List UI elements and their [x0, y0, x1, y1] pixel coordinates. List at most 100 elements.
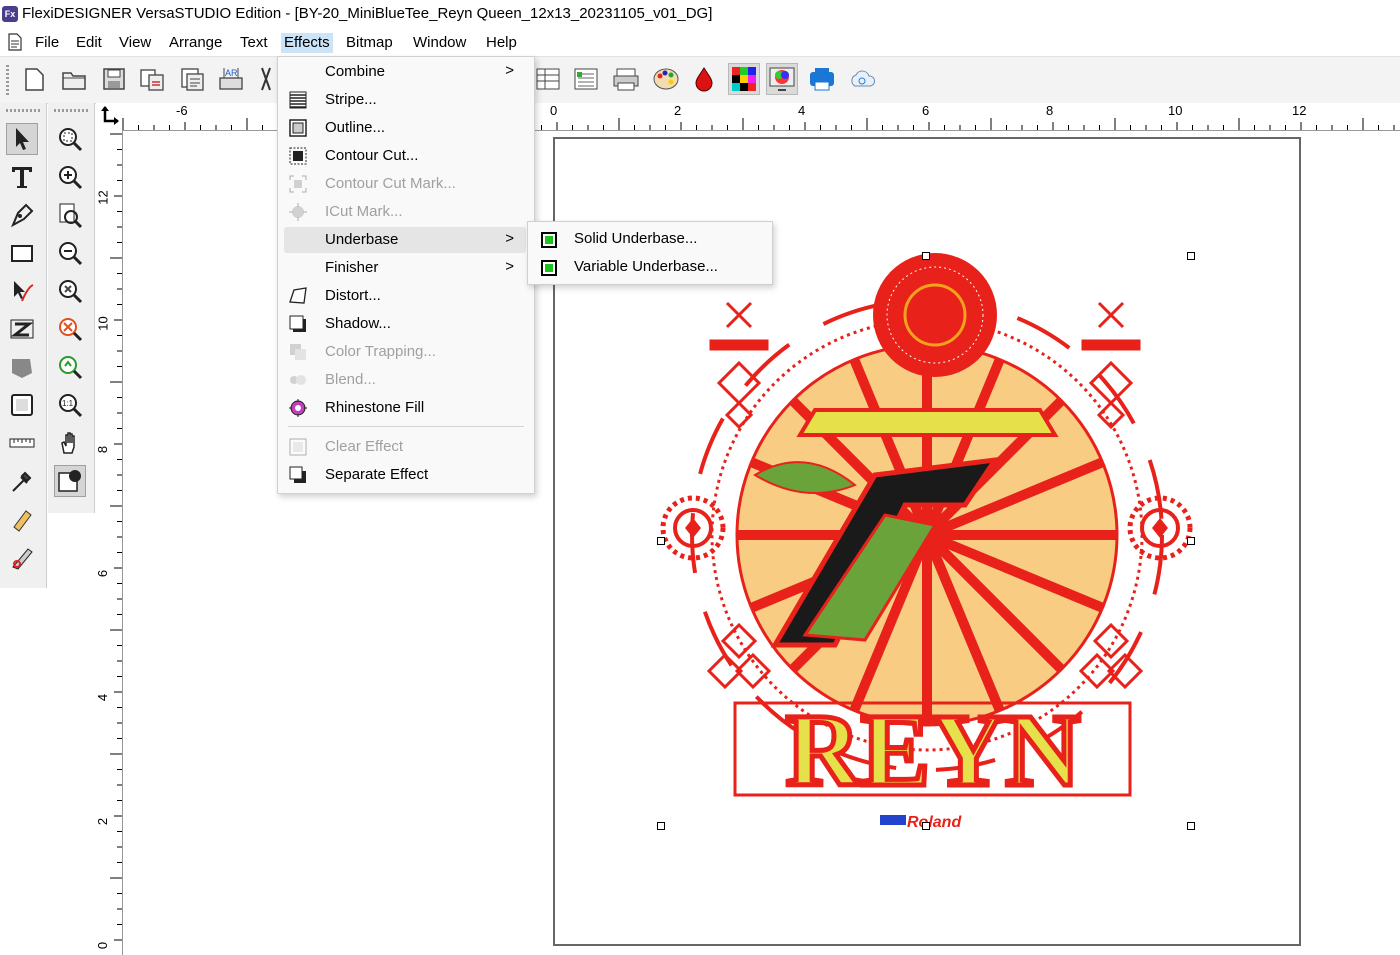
hruler-label: 6	[922, 103, 930, 118]
fill-swatch-icon	[58, 470, 81, 492]
zoom-all-tool[interactable]	[54, 313, 86, 345]
save-button[interactable]	[98, 63, 130, 95]
document-icon[interactable]	[8, 33, 22, 51]
selection-handle-top[interactable]	[922, 252, 930, 260]
print-preview-button[interactable]	[610, 63, 642, 95]
title-bar: Fx FlexiDESIGNER VersaSTUDIO Edition - […	[0, 0, 1400, 30]
zoom-out-tool[interactable]	[54, 237, 86, 269]
menu-bitmap[interactable]: Bitmap	[343, 33, 396, 53]
print-button[interactable]	[806, 63, 838, 95]
hruler-label: -6	[176, 103, 188, 118]
menu-arrange[interactable]: Arrange	[166, 33, 225, 53]
save-icon	[103, 68, 125, 90]
menu-edit[interactable]: Edit	[73, 33, 105, 53]
menu-item-contour-cut[interactable]: Contour Cut...	[284, 143, 526, 169]
menu-item-rhinestone-fill[interactable]: Rhinestone Fill	[284, 395, 526, 421]
menu-item-distort[interactable]: Distort...	[284, 283, 526, 309]
icut-mark-icon	[289, 203, 307, 221]
knife-tool[interactable]	[6, 541, 38, 573]
menu-item-blend[interactable]: Blend...	[284, 367, 526, 393]
new-file-icon	[25, 68, 44, 91]
eyedropper-tool[interactable]	[6, 465, 38, 497]
color-display-button[interactable]	[766, 63, 798, 95]
selection-handle-bottom-left[interactable]	[657, 822, 665, 830]
menu-item-label: Solid Underbase...	[574, 230, 698, 247]
menu-item-combine[interactable]: Combine >	[284, 59, 526, 85]
shape-fill-tool[interactable]	[6, 351, 38, 383]
menu-item-underbase[interactable]: Underbase >	[284, 227, 526, 253]
menu-item-separate-effect[interactable]: Separate Effect	[284, 462, 526, 488]
vruler-label: 4	[95, 693, 111, 702]
vertical-ruler[interactable]: 12 10 8 6 4 2 0	[95, 130, 123, 955]
menu-view[interactable]: View	[116, 33, 154, 53]
node-edit-tool[interactable]	[6, 275, 38, 307]
new-file-button[interactable]	[18, 63, 50, 95]
menu-item-stripe[interactable]: Stripe...	[284, 87, 526, 113]
text-t-icon	[12, 167, 32, 188]
menu-item-label: Shadow...	[325, 315, 391, 332]
swatch-grid-button[interactable]	[728, 63, 760, 95]
zoom-one-to-one-icon: 1:1	[59, 394, 83, 418]
menu-item-clear-effect[interactable]: Clear Effect	[284, 434, 526, 460]
toolbar-grip[interactable]	[6, 65, 9, 95]
zoom-area-tool[interactable]	[54, 123, 86, 155]
scan-icon: AR	[219, 68, 243, 90]
menu-item-finisher[interactable]: Finisher >	[284, 255, 526, 281]
artwork-design[interactable]: REYN Roland	[655, 245, 1200, 835]
selection-handle-top-right[interactable]	[1187, 252, 1195, 260]
zoom-page-icon	[59, 203, 83, 229]
menu-file[interactable]: File	[32, 33, 62, 53]
menu-item-contour-cut-mark[interactable]: Contour Cut Mark...	[284, 171, 526, 197]
pan-tool[interactable]	[54, 427, 86, 459]
frame-tool[interactable]	[6, 389, 38, 421]
menu-item-shadow[interactable]: Shadow...	[284, 311, 526, 337]
zoom-page-tool[interactable]	[54, 199, 86, 231]
cut-button[interactable]	[256, 63, 276, 95]
menu-help[interactable]: Help	[483, 33, 520, 53]
hruler-label: 4	[798, 103, 806, 118]
vruler-label: 0	[95, 941, 111, 950]
cloud-button[interactable]	[846, 63, 878, 95]
menu-text[interactable]: Text	[237, 33, 271, 53]
menu-item-variable-underbase[interactable]: Variable Underbase...	[532, 254, 766, 280]
shape-tool[interactable]	[6, 237, 38, 269]
panel-grip-zoom[interactable]	[54, 109, 88, 112]
menu-item-solid-underbase[interactable]: Solid Underbase...	[532, 226, 766, 252]
zoom-selection-tool[interactable]	[54, 275, 86, 307]
panel-grip[interactable]	[6, 109, 40, 112]
ruler-origin-icon	[101, 106, 119, 125]
distort-icon	[289, 287, 307, 304]
menu-item-outline[interactable]: Outline...	[284, 115, 526, 141]
import-button[interactable]	[136, 63, 168, 95]
export-button[interactable]	[176, 63, 208, 95]
layout-button[interactable]	[532, 63, 564, 95]
selection-handle-bottom[interactable]	[922, 822, 930, 830]
selection-handle-left[interactable]	[657, 537, 665, 545]
color-picker-button[interactable]	[688, 63, 720, 95]
eraser-tool[interactable]	[6, 503, 38, 535]
menu-window[interactable]: Window	[410, 33, 469, 53]
zoom-previous-tool[interactable]	[54, 351, 86, 383]
hruler-label: 2	[674, 103, 682, 118]
rhinestone-fill-icon	[289, 399, 307, 417]
menu-item-icut-mark[interactable]: ICut Mark...	[284, 199, 526, 225]
color-palette-button[interactable]	[650, 63, 682, 95]
zoom-actual-size-tool[interactable]: 1:1	[54, 389, 86, 421]
eyedropper-icon	[12, 471, 32, 492]
text-tool[interactable]	[6, 161, 38, 193]
menu-item-color-trapping[interactable]: Color Trapping...	[284, 339, 526, 365]
selection-handle-bottom-right[interactable]	[1187, 822, 1195, 830]
scan-button[interactable]: AR	[215, 63, 247, 95]
production-manager-button[interactable]	[570, 63, 602, 95]
menu-separator	[288, 426, 524, 427]
color-fill-tool[interactable]	[54, 465, 86, 497]
ruler-origin[interactable]	[96, 103, 123, 131]
open-file-button[interactable]	[58, 63, 90, 95]
selection-handle-right[interactable]	[1187, 537, 1195, 545]
pen-tool[interactable]	[6, 199, 38, 231]
zigzag-tool[interactable]	[6, 313, 38, 345]
select-tool[interactable]	[6, 123, 38, 155]
zoom-in-tool[interactable]	[54, 161, 86, 193]
measure-tool[interactable]	[6, 427, 38, 459]
menu-effects[interactable]: Effects	[281, 33, 333, 53]
